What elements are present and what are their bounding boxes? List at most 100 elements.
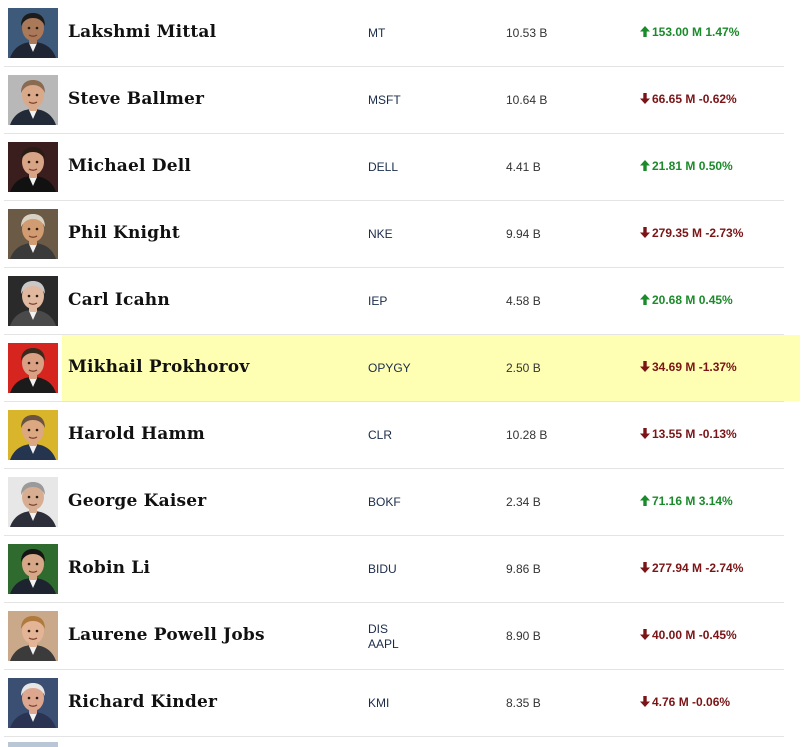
ticker-symbol[interactable]: NKE <box>368 227 393 242</box>
change-value: 34.69 M -1.37% <box>652 360 737 374</box>
ticker: NKE <box>368 227 393 242</box>
daily-change: 66.65 M -0.62% <box>640 92 737 106</box>
ticker-symbol[interactable]: KMI <box>368 696 389 711</box>
net-worth: 10.64 B <box>506 93 548 107</box>
net-worth: 2.50 B <box>506 361 541 375</box>
daily-change: 71.16 M 3.14% <box>640 494 733 508</box>
table-row[interactable]: Harold Hamm CLR 10.28 B 13.55 M -0.13% <box>0 402 802 469</box>
ticker-symbol[interactable]: BOKF <box>368 495 401 510</box>
ticker: CLR <box>368 428 392 443</box>
net-worth: 8.90 B <box>506 629 541 643</box>
change-value: 153.00 M 1.47% <box>652 25 740 39</box>
avatar[interactable] <box>8 678 58 728</box>
ticker: BIDU <box>368 562 397 577</box>
change-value: 40.00 M -0.45% <box>652 628 737 642</box>
ticker: DIS AAPL <box>368 622 399 652</box>
arrow-up-icon <box>640 160 650 171</box>
ticker-symbol[interactable]: DIS <box>368 622 399 637</box>
arrow-up-icon <box>640 294 650 305</box>
avatar[interactable] <box>8 611 58 661</box>
table-row[interactable]: Steve Ballmer MSFT 10.64 B 66.65 M -0.62% <box>0 67 802 134</box>
avatar[interactable] <box>8 75 58 125</box>
ticker-symbol[interactable]: IEP <box>368 294 387 309</box>
arrow-down-icon <box>640 696 650 707</box>
avatar[interactable] <box>8 410 58 460</box>
avatar[interactable] <box>8 142 58 192</box>
person-name[interactable]: Richard Kinder <box>68 692 217 712</box>
daily-change: 21.81 M 0.50% <box>640 159 733 173</box>
daily-change: 40.00 M -0.45% <box>640 628 737 642</box>
arrow-down-icon <box>640 227 650 238</box>
change-value: 279.35 M -2.73% <box>652 226 744 240</box>
change-value: 13.55 M -0.13% <box>652 427 737 441</box>
ticker: IEP <box>368 294 387 309</box>
ticker-symbol[interactable]: OPYGY <box>368 361 411 376</box>
person-name[interactable]: George Kaiser <box>68 491 206 511</box>
change-value: 21.81 M 0.50% <box>652 159 733 173</box>
net-worth: 4.58 B <box>506 294 541 308</box>
person-name[interactable]: Steve Ballmer <box>68 89 204 109</box>
ticker: BOKF <box>368 495 401 510</box>
person-name[interactable]: Laurene Powell Jobs <box>68 625 265 645</box>
change-value: 277.94 M -2.74% <box>652 561 744 575</box>
change-value: 71.16 M 3.14% <box>652 494 733 508</box>
ticker: DELL <box>368 160 398 175</box>
daily-change: 277.94 M -2.74% <box>640 561 743 575</box>
person-name[interactable]: Lakshmi Mittal <box>68 22 216 42</box>
person-name[interactable]: Phil Knight <box>68 223 180 243</box>
person-name[interactable]: Robin Li <box>68 558 150 578</box>
ticker: MSFT <box>368 93 401 108</box>
ticker-symbol[interactable]: BIDU <box>368 562 397 577</box>
net-worth: 2.34 B <box>506 495 541 509</box>
person-name[interactable]: Michael Dell <box>68 156 191 176</box>
table-row[interactable]: Laurene Powell Jobs DIS AAPL 8.90 B 40.00 M … <box>0 603 802 670</box>
table-row[interactable]: Michael Dell DELL 4.41 B 21.81 M 0.50% <box>0 134 802 201</box>
table-row[interactable]: Lakshmi Mittal MT 10.53 B 153.00 M 1.47% <box>0 0 802 67</box>
person-name[interactable]: Mikhail Prokhorov <box>68 357 249 377</box>
table-row[interactable]: Carl Icahn IEP 4.58 B 20.68 M 0.45% <box>0 268 802 335</box>
ticker-symbol[interactable]: DELL <box>368 160 398 175</box>
table-row[interactable]: Mikhail Prokhorov OPYGY 2.50 B 34.69 M -1.3… <box>0 335 802 402</box>
arrow-down-icon <box>640 361 650 372</box>
avatar[interactable] <box>8 209 58 259</box>
avatar[interactable] <box>8 477 58 527</box>
table-row[interactable]: George Kaiser BOKF 2.34 B 71.16 M 3.14% <box>0 469 802 536</box>
arrow-up-icon <box>640 495 650 506</box>
avatar[interactable] <box>8 544 58 594</box>
avatar[interactable] <box>8 343 58 393</box>
net-worth: 10.28 B <box>506 428 548 442</box>
net-worth: 4.41 B <box>506 160 541 174</box>
change-value: 20.68 M 0.45% <box>652 293 733 307</box>
ticker-symbol[interactable]: MT <box>368 26 385 41</box>
avatar[interactable] <box>8 8 58 58</box>
net-worth: 8.35 B <box>506 696 541 710</box>
daily-change: 153.00 M 1.47% <box>640 25 739 39</box>
person-name[interactable]: Carl Icahn <box>68 290 170 310</box>
change-value: 4.76 M -0.06% <box>652 695 731 709</box>
daily-change: 20.68 M 0.45% <box>640 293 733 307</box>
daily-change: 279.35 M -2.73% <box>640 226 743 240</box>
person-name[interactable]: Harold Hamm <box>68 424 205 444</box>
ticker: KMI <box>368 696 389 711</box>
arrow-up-icon <box>640 26 650 37</box>
table-row[interactable]: Richard Kinder KMI 8.35 B 4.76 M -0.06% <box>0 670 802 737</box>
daily-change: 4.76 M -0.06% <box>640 695 730 709</box>
daily-change: 13.55 M -0.13% <box>640 427 737 441</box>
ticker: MT <box>368 26 385 41</box>
arrow-down-icon <box>640 629 650 640</box>
table-row[interactable]: Phil Knight NKE 9.94 B 279.35 M -2.73% <box>0 201 802 268</box>
arrow-down-icon <box>640 562 650 573</box>
ticker-symbol[interactable]: AAPL <box>368 637 399 652</box>
ticker-symbol[interactable]: MSFT <box>368 93 401 108</box>
arrow-down-icon <box>640 93 650 104</box>
change-value: 66.65 M -0.62% <box>652 92 737 106</box>
row-divider <box>4 736 784 737</box>
net-worth: 10.53 B <box>506 26 548 40</box>
avatar[interactable] <box>8 276 58 326</box>
arrow-down-icon <box>640 428 650 439</box>
net-worth: 9.86 B <box>506 562 541 576</box>
table-row[interactable]: Robin Li BIDU 9.86 B 277.94 M -2.74% <box>0 536 802 603</box>
avatar-partial <box>8 742 58 747</box>
ticker-symbol[interactable]: CLR <box>368 428 392 443</box>
net-worth: 9.94 B <box>506 227 541 241</box>
